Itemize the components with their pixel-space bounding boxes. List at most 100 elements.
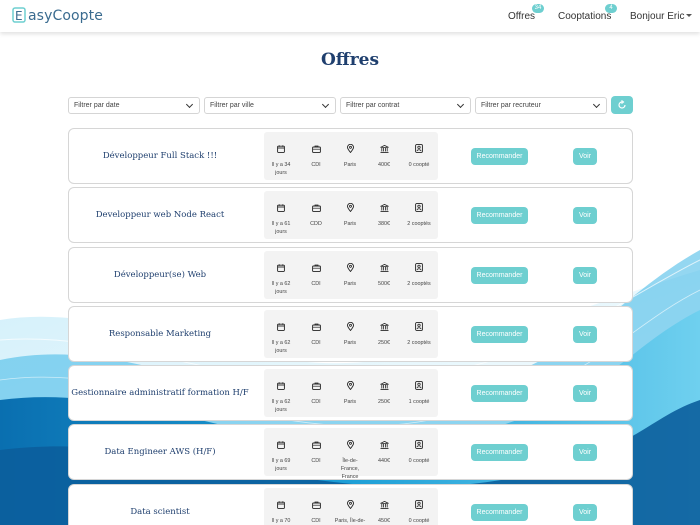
chevron-down-icon[interactable] (686, 14, 692, 17)
offer-date: Il y a 70 (271, 518, 291, 524)
filter-contract-select[interactable]: Filtrer par contrat (340, 97, 471, 114)
offer-card: Developpeur web Node React Il y a 61 jour… (68, 187, 633, 243)
view-button[interactable]: Voir (573, 385, 597, 402)
location-pin-icon (346, 199, 355, 217)
offer-city: Paris (343, 221, 357, 227)
offer-city-cell: Paris (334, 318, 366, 347)
offer-contract: CDI (311, 340, 321, 346)
nav-offres-link[interactable]: Offres 34 (508, 4, 544, 22)
recommend-button[interactable]: Recommander (471, 267, 528, 284)
offer-city-cell: Paris (334, 140, 366, 169)
offer-coopted: 0 coopté (408, 518, 430, 524)
offer-city-cell: Île-de-France, France (334, 436, 366, 481)
offer-salary: 380€ (378, 221, 390, 227)
briefcase-icon (311, 259, 321, 277)
offer-info-box: Il y a 70 CDI Paris, Île-de- 450€ 0 coopté (264, 488, 438, 525)
offer-date-cell: Il y a 62 jours (265, 377, 297, 414)
recommend-button[interactable]: Recommander (471, 504, 528, 521)
briefcase-icon (311, 140, 321, 158)
offer-salary-cell: 250€ (368, 377, 400, 406)
filter-recruiter-select[interactable]: Filtrer par recruteur (475, 97, 607, 114)
offer-date: Il y a 62 jours (271, 399, 291, 413)
bank-icon (379, 140, 389, 158)
offer-coopted-cell: 0 coopté (403, 496, 435, 525)
offer-coopted-cell: 1 coopté (403, 377, 435, 406)
logo-icon: E (12, 7, 27, 24)
offer-info-box: Il y a 61 jours CDD Paris 380€ 2 cooptés (264, 191, 438, 239)
calendar-icon (277, 259, 286, 277)
chevron-down-icon (456, 100, 465, 109)
view-button[interactable]: Voir (573, 504, 597, 521)
offer-city-cell: Paris, Île-de- (334, 496, 366, 525)
badge-icon (415, 436, 424, 454)
offer-salary-cell: 450€ (368, 496, 400, 525)
recommend-button[interactable]: Recommander (471, 207, 528, 224)
recommend-button[interactable]: Recommander (471, 444, 528, 461)
location-pin-icon (346, 377, 355, 395)
page-title: Offres (320, 50, 380, 70)
briefcase-icon (311, 199, 321, 217)
logo-text: asyCoopte (28, 7, 103, 24)
offer-info-box: Il y a 62 jours CDI Paris 250€ 1 coopté (264, 369, 438, 417)
filter-city-select[interactable]: Filtrer par ville (204, 97, 336, 114)
calendar-icon (277, 199, 286, 217)
nav-cooptations-label: Cooptations (558, 11, 612, 22)
view-button[interactable]: Voir (573, 148, 597, 165)
filter-contract-label: Filtrer par contrat (346, 102, 400, 109)
nav-cooptations-link[interactable]: Cooptations 4 (558, 4, 617, 22)
offer-date: Il y a 34 jours (271, 162, 291, 176)
offer-date-cell: Il y a 61 jours (265, 199, 297, 236)
offer-contract-cell: CDI (300, 496, 332, 525)
recommend-button[interactable]: Recommander (471, 326, 528, 343)
offer-contract-cell: CDI (300, 259, 332, 288)
offer-contract-cell: CDI (300, 140, 332, 169)
offer-coopted: 2 cooptés (407, 221, 431, 227)
filter-date-label: Filtrer par date (74, 102, 120, 109)
offer-salary-cell: 250€ (368, 318, 400, 347)
offer-city: Paris, Île-de- (334, 518, 366, 524)
offer-salary-cell: 380€ (368, 199, 400, 228)
chevron-down-icon (592, 100, 601, 109)
offer-city: Île-de-France, France (340, 458, 360, 480)
user-menu[interactable]: Bonjour Eric (630, 11, 684, 22)
offer-date-cell: Il y a 62 jours (265, 259, 297, 296)
offer-city: Paris (343, 162, 357, 168)
chevron-down-icon (321, 100, 330, 109)
badge-icon (415, 259, 424, 277)
offer-card: Data Engineer AWS (H/F) Il y a 69 jours CD… (68, 424, 633, 480)
offer-card: Gestionnaire administratif formation H/F… (68, 365, 633, 421)
badge-icon (415, 199, 424, 217)
badge-icon (415, 318, 424, 336)
view-button[interactable]: Voir (573, 207, 597, 224)
bank-icon (379, 436, 389, 454)
user-greeting: Bonjour Eric (630, 11, 685, 22)
offres-count-badge: 34 (532, 4, 544, 13)
view-button[interactable]: Voir (573, 444, 597, 461)
top-navbar: E asyCoopte Offres 34 Cooptations 4 Bonj… (0, 0, 700, 32)
location-pin-icon (346, 436, 355, 454)
filter-date-select[interactable]: Filtrer par date (68, 97, 200, 114)
offer-coopted: 2 cooptés (407, 340, 431, 346)
offer-contract: CDI (311, 399, 321, 405)
logo-letter: E (15, 9, 23, 23)
offer-contract-cell: CDD (300, 199, 332, 228)
chevron-down-icon (185, 100, 194, 109)
recommend-button[interactable]: Recommander (471, 148, 528, 165)
offer-card: Responsable Marketing Il y a 62 jours CDI P… (68, 306, 633, 362)
offer-date-cell: Il y a 34 jours (265, 140, 297, 177)
logo[interactable]: E asyCoopte (12, 7, 103, 24)
offer-date: Il y a 62 jours (271, 340, 291, 354)
offer-city-cell: Paris (334, 377, 366, 406)
refresh-button[interactable] (611, 96, 633, 114)
offer-title: Data Engineer AWS (H/F) (104, 447, 216, 457)
view-button[interactable]: Voir (573, 326, 597, 343)
offer-city-cell: Paris (334, 259, 366, 288)
view-button[interactable]: Voir (573, 267, 597, 284)
offer-salary: 450€ (378, 518, 390, 524)
recommend-button[interactable]: Recommander (471, 385, 528, 402)
offer-contract: CDI (311, 518, 321, 524)
offer-city: Paris (343, 340, 357, 346)
offer-title: Développeur(se) Web (113, 270, 207, 280)
offer-coopted: 1 coopté (408, 399, 430, 405)
offer-title: Gestionnaire administratif formation H/F (71, 388, 249, 398)
